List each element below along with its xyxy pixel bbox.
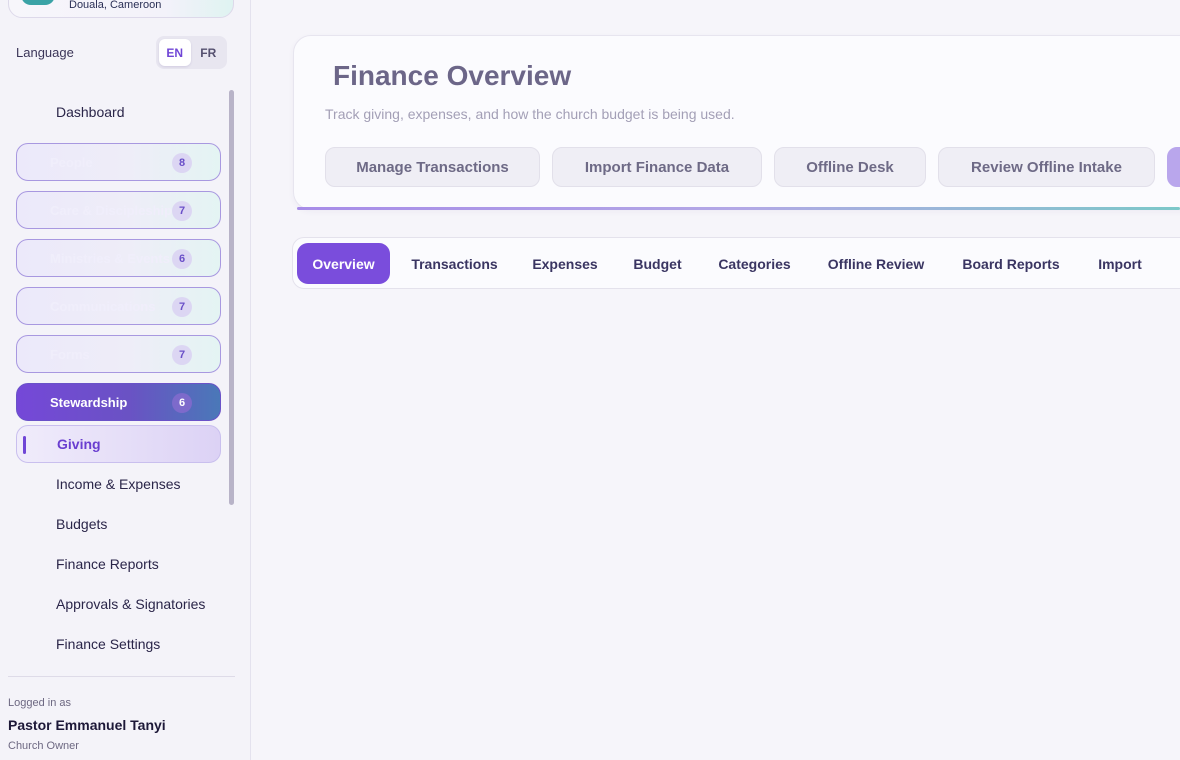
nav-group-label: Care & Discipleship bbox=[50, 203, 173, 218]
nav-item-budgets[interactable]: Budgets bbox=[56, 516, 107, 532]
sidebar-scrollbar[interactable] bbox=[229, 90, 234, 505]
active-indicator bbox=[23, 436, 26, 454]
review-offline-intake-button[interactable]: Review Offline Intake bbox=[938, 147, 1155, 187]
church-card[interactable]: Douala, Cameroon bbox=[8, 0, 234, 18]
nav-group-label: Stewardship bbox=[50, 395, 128, 410]
tab-offline-review[interactable]: Offline Review bbox=[816, 243, 936, 284]
offline-desk-button[interactable]: Offline Desk bbox=[774, 147, 926, 187]
manage-transactions-button[interactable]: Manage Transactions bbox=[325, 147, 540, 187]
nav-group-label: People bbox=[50, 155, 93, 170]
tab-transactions[interactable]: Transactions bbox=[402, 243, 507, 284]
sidebar-divider bbox=[8, 676, 235, 677]
sidebar: Douala, Cameroon Language EN FR Dashboar… bbox=[0, 0, 251, 760]
page-title: Finance Overview bbox=[333, 60, 572, 91]
count-badge: 7 bbox=[172, 201, 192, 221]
nav-group-forms[interactable]: Forms 7 bbox=[16, 335, 221, 373]
nav-group-people[interactable]: People 8 bbox=[16, 143, 221, 181]
language-option-en[interactable]: EN bbox=[159, 39, 191, 66]
import-finance-data-button[interactable]: Import Finance Data bbox=[552, 147, 762, 187]
nav-group-label: Ministries & Events bbox=[50, 251, 170, 266]
church-location: Douala, Cameroon bbox=[69, 0, 162, 11]
nav-group-care[interactable]: Care & Discipleship 7 bbox=[16, 191, 221, 229]
nav-item-finance-settings[interactable]: Finance Settings bbox=[56, 636, 160, 652]
language-toggle: EN FR bbox=[156, 36, 227, 69]
language-label: Language bbox=[16, 45, 74, 60]
nav-dashboard[interactable]: Dashboard bbox=[56, 104, 125, 120]
primary-action-button[interactable] bbox=[1167, 147, 1180, 187]
nav-group-ministries[interactable]: Ministries & Events 6 bbox=[16, 239, 221, 277]
count-badge: 7 bbox=[172, 297, 192, 317]
nav-item-label: Giving bbox=[57, 436, 101, 452]
nav-group-communications[interactable]: Communications 7 bbox=[16, 287, 221, 325]
user-role: Church Owner bbox=[8, 740, 79, 752]
tab-budget[interactable]: Budget bbox=[622, 243, 693, 284]
count-badge: 7 bbox=[172, 345, 192, 365]
church-logo bbox=[21, 0, 55, 5]
tab-overview[interactable]: Overview bbox=[297, 243, 390, 284]
count-badge: 8 bbox=[172, 153, 192, 173]
tab-board-reports[interactable]: Board Reports bbox=[951, 243, 1071, 284]
nav-item-approvals[interactable]: Approvals & Signatories bbox=[56, 596, 205, 612]
count-badge: 6 bbox=[172, 393, 192, 413]
tab-import[interactable]: Import bbox=[1086, 243, 1154, 284]
user-name: Pastor Emmanuel Tanyi bbox=[8, 717, 166, 733]
tab-expenses[interactable]: Expenses bbox=[523, 243, 607, 284]
page-subtitle: Track giving, expenses, and how the chur… bbox=[325, 106, 735, 122]
nav-item-finance-reports[interactable]: Finance Reports bbox=[56, 556, 159, 572]
nav-item-income-expenses[interactable]: Income & Expenses bbox=[56, 476, 181, 492]
nav-group-label: Forms bbox=[50, 347, 90, 362]
count-badge: 6 bbox=[172, 249, 192, 269]
nav-group-stewardship[interactable]: Stewardship 6 bbox=[16, 383, 221, 421]
language-option-fr[interactable]: FR bbox=[193, 39, 225, 66]
nav-group-label: Communications bbox=[50, 299, 156, 314]
logged-in-label: Logged in as bbox=[8, 697, 71, 709]
nav-item-giving[interactable]: Giving bbox=[16, 425, 221, 463]
header-accent-line bbox=[297, 207, 1180, 210]
tab-categories[interactable]: Categories bbox=[708, 243, 801, 284]
